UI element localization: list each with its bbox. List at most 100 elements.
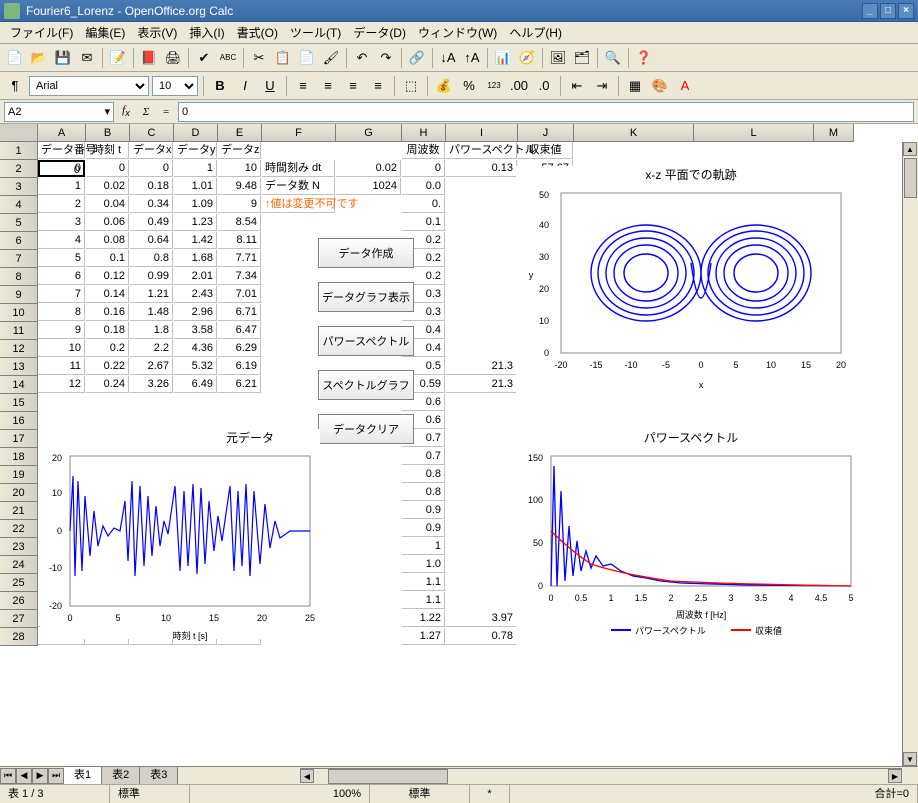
- cell-C1[interactable]: データx: [130, 142, 173, 159]
- cell-B6[interactable]: 0.08: [86, 232, 129, 249]
- cell-E7[interactable]: 7.71: [218, 250, 261, 267]
- open-icon[interactable]: 📂: [28, 47, 50, 69]
- cell-G3[interactable]: 1024: [336, 178, 401, 195]
- select-all-corner[interactable]: [0, 124, 38, 142]
- cut-icon[interactable]: ✂: [248, 47, 270, 69]
- cell-I14[interactable]: 21.3: [446, 376, 517, 393]
- cell-E13[interactable]: 6.19: [218, 358, 261, 375]
- cell-H26[interactable]: 1.1: [402, 592, 445, 609]
- row-header-28[interactable]: 28: [0, 628, 37, 646]
- col-header-L[interactable]: L: [694, 124, 814, 141]
- cell-G2[interactable]: 0.02: [336, 160, 401, 177]
- spellcheck-icon[interactable]: ✔: [193, 47, 215, 69]
- cell-E4[interactable]: 9: [218, 196, 261, 213]
- data-clear-button[interactable]: データクリア: [318, 414, 414, 444]
- cell-A4[interactable]: 2: [38, 196, 85, 213]
- underline-icon[interactable]: U: [259, 75, 281, 97]
- cell-E9[interactable]: 7.01: [218, 286, 261, 303]
- cell-H25[interactable]: 1.1: [402, 574, 445, 591]
- cell-H24[interactable]: 1.0: [402, 556, 445, 573]
- row-header-25[interactable]: 25: [0, 574, 37, 592]
- cell-H1[interactable]: 周波数: [402, 142, 445, 159]
- data-graph-button[interactable]: データグラフ表示: [318, 282, 414, 312]
- cell-A7[interactable]: 5: [38, 250, 85, 267]
- new-icon[interactable]: 📄: [4, 47, 26, 69]
- chart-power-spectrum[interactable]: パワースペクトル 00.511.522.533.544.55 050100150…: [516, 429, 866, 654]
- col-header-E[interactable]: E: [218, 124, 262, 141]
- cell-D1[interactable]: データy: [174, 142, 217, 159]
- cell-A10[interactable]: 8: [38, 304, 85, 321]
- row-header-8[interactable]: 8: [0, 268, 37, 286]
- cell-D9[interactable]: 2.43: [174, 286, 217, 303]
- cell-H23[interactable]: 1: [402, 538, 445, 555]
- cell-D6[interactable]: 1.42: [174, 232, 217, 249]
- row-header-27[interactable]: 27: [0, 610, 37, 628]
- col-header-C[interactable]: C: [130, 124, 174, 141]
- sum-icon[interactable]: Σ: [138, 106, 154, 118]
- cell-B1[interactable]: 時刻 t: [86, 142, 129, 159]
- col-header-G[interactable]: G: [336, 124, 402, 141]
- cell-C14[interactable]: 3.26: [130, 376, 173, 393]
- cell-C12[interactable]: 2.2: [130, 340, 173, 357]
- tab-next-icon[interactable]: ▶: [32, 768, 48, 784]
- indent-dec-icon[interactable]: ⇤: [566, 75, 588, 97]
- edit-icon[interactable]: 📝: [107, 47, 129, 69]
- cell-D3[interactable]: 1.01: [174, 178, 217, 195]
- row-header-18[interactable]: 18: [0, 448, 37, 466]
- row-header-13[interactable]: 13: [0, 358, 37, 376]
- row-header-12[interactable]: 12: [0, 340, 37, 358]
- cell-E14[interactable]: 6.21: [218, 376, 261, 393]
- align-left-icon[interactable]: ≡: [292, 75, 314, 97]
- cell-D5[interactable]: 1.23: [174, 214, 217, 231]
- cell-H22[interactable]: 0.9: [402, 520, 445, 537]
- align-justify-icon[interactable]: ≡: [367, 75, 389, 97]
- col-header-H[interactable]: H: [402, 124, 446, 141]
- equals-icon[interactable]: =: [158, 106, 174, 118]
- cell-H2[interactable]: 0: [402, 160, 445, 177]
- cell-C10[interactable]: 1.48: [130, 304, 173, 321]
- abc-icon[interactable]: ABC: [217, 47, 239, 69]
- formula-input[interactable]: 0: [178, 102, 914, 122]
- column-headers[interactable]: ABCDEFGHIJKLM: [38, 124, 854, 142]
- row-header-26[interactable]: 26: [0, 592, 37, 610]
- borders-icon[interactable]: ▦: [624, 75, 646, 97]
- cell-B7[interactable]: 0.1: [86, 250, 129, 267]
- cell-B8[interactable]: 0.12: [86, 268, 129, 285]
- cell-D14[interactable]: 6.49: [174, 376, 217, 393]
- col-header-D[interactable]: D: [174, 124, 218, 141]
- row-header-20[interactable]: 20: [0, 484, 37, 502]
- indent-inc-icon[interactable]: ⇥: [591, 75, 613, 97]
- cell-H5[interactable]: 0.1: [402, 214, 445, 231]
- cell-A11[interactable]: 9: [38, 322, 85, 339]
- tab-last-icon[interactable]: ⏭: [48, 768, 64, 784]
- cell-C5[interactable]: 0.49: [130, 214, 173, 231]
- cell-D2[interactable]: 1: [174, 160, 217, 177]
- cell-H27[interactable]: 1.22: [402, 610, 445, 627]
- row-header-2[interactable]: 2: [0, 160, 37, 178]
- percent-icon[interactable]: %: [458, 75, 480, 97]
- cell-B3[interactable]: 0.02: [86, 178, 129, 195]
- cell-A13[interactable]: 11: [38, 358, 85, 375]
- cell-I13[interactable]: 21.3: [446, 358, 517, 375]
- col-header-B[interactable]: B: [86, 124, 130, 141]
- zoom-icon[interactable]: 🔍: [602, 47, 624, 69]
- row-header-17[interactable]: 17: [0, 430, 37, 448]
- bgcolor-icon[interactable]: 🎨: [649, 75, 671, 97]
- cell-H4[interactable]: 0.: [402, 196, 445, 213]
- merge-icon[interactable]: ⬚: [400, 75, 422, 97]
- menu-edit[interactable]: 編集(E): [79, 22, 131, 43]
- fx-icon[interactable]: fx: [118, 104, 134, 118]
- cell-D12[interactable]: 4.36: [174, 340, 217, 357]
- menu-format[interactable]: 書式(O): [231, 22, 284, 43]
- row-header-21[interactable]: 21: [0, 502, 37, 520]
- add-decimal-icon[interactable]: .00: [508, 75, 530, 97]
- menu-file[interactable]: ファイル(F): [4, 22, 79, 43]
- row-header-9[interactable]: 9: [0, 286, 37, 304]
- cell-E12[interactable]: 6.29: [218, 340, 261, 357]
- undo-icon[interactable]: ↶: [351, 47, 373, 69]
- print-icon[interactable]: 🖨: [162, 47, 184, 69]
- cell-D7[interactable]: 1.68: [174, 250, 217, 267]
- cell-H20[interactable]: 0.8: [402, 484, 445, 501]
- cell-B10[interactable]: 0.16: [86, 304, 129, 321]
- row-header-1[interactable]: 1: [0, 142, 37, 160]
